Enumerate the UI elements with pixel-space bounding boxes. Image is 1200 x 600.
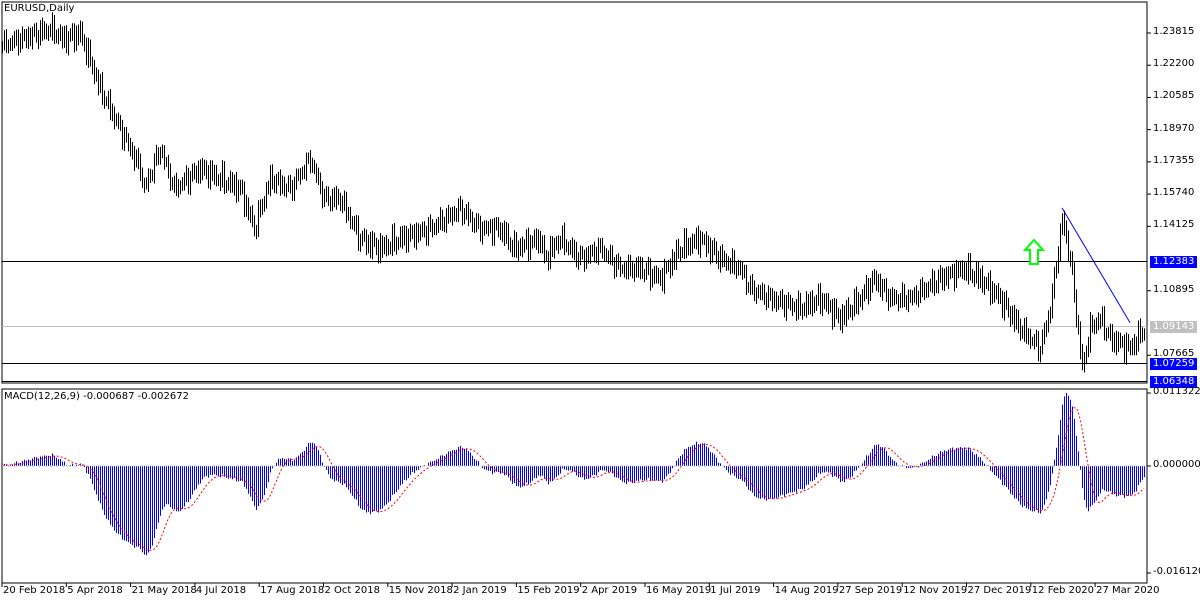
price-tick-label: 1.14125 bbox=[1153, 219, 1194, 230]
price-level-tag: 1.09143 bbox=[1150, 321, 1197, 333]
price-tick-label: 1.23815 bbox=[1153, 26, 1194, 37]
macd-tick-label: 0.000000 bbox=[1153, 459, 1200, 470]
price-tick-label: 1.22200 bbox=[1153, 58, 1194, 69]
time-tick-label: 27 Mar 2020 bbox=[1096, 585, 1159, 596]
chart-title: EURUSD,Daily bbox=[4, 3, 74, 14]
time-tick-label: 1 Jul 2019 bbox=[710, 585, 760, 596]
price-tick-label: 1.15740 bbox=[1153, 187, 1194, 198]
time-tick-label: 12 Nov 2019 bbox=[903, 585, 967, 596]
time-tick-label: 2 Jan 2019 bbox=[453, 585, 507, 596]
macd-tick-label: 0.011322 bbox=[1153, 386, 1200, 397]
price-level-tag: 1.07259 bbox=[1150, 358, 1197, 370]
price-tick-label: 1.10895 bbox=[1153, 284, 1194, 295]
macd-label: MACD(12,26,9) -0.000687 -0.002672 bbox=[4, 391, 189, 402]
time-tick-label: 27 Dec 2019 bbox=[968, 585, 1032, 596]
time-tick-label: 2 Apr 2019 bbox=[582, 585, 637, 596]
time-tick-label: 12 Feb 2020 bbox=[1032, 585, 1094, 596]
price-tick-label: 1.17355 bbox=[1153, 155, 1194, 166]
macd-pane-border bbox=[2, 389, 1147, 583]
price-pane-border bbox=[2, 2, 1147, 383]
time-tick-label: 17 Aug 2018 bbox=[260, 585, 324, 596]
price-tick-label: 1.18970 bbox=[1153, 123, 1194, 134]
time-tick-label: 27 Sep 2019 bbox=[839, 585, 902, 596]
time-tick-label: 20 Feb 2018 bbox=[3, 585, 65, 596]
time-tick-label: 2 Oct 2018 bbox=[325, 585, 380, 596]
buy-arrow-icon bbox=[1025, 240, 1043, 264]
macd-signal-line bbox=[2, 408, 1144, 551]
time-tick-label: 4 Jul 2018 bbox=[196, 585, 246, 596]
time-tick-label: 15 Feb 2019 bbox=[517, 585, 579, 596]
time-tick-label: 16 May 2019 bbox=[646, 585, 711, 596]
price-level-tag: 1.12383 bbox=[1150, 256, 1197, 268]
time-tick-label: 14 Aug 2019 bbox=[775, 585, 839, 596]
time-tick-label: 21 May 2018 bbox=[132, 585, 197, 596]
time-tick-label: 15 Nov 2018 bbox=[389, 585, 453, 596]
price-tick-label: 1.20585 bbox=[1153, 90, 1194, 101]
chart-canvas[interactable] bbox=[0, 0, 1200, 600]
time-tick-label: 5 Apr 2018 bbox=[67, 585, 122, 596]
macd-tick-label: -0.016120 bbox=[1153, 566, 1200, 577]
